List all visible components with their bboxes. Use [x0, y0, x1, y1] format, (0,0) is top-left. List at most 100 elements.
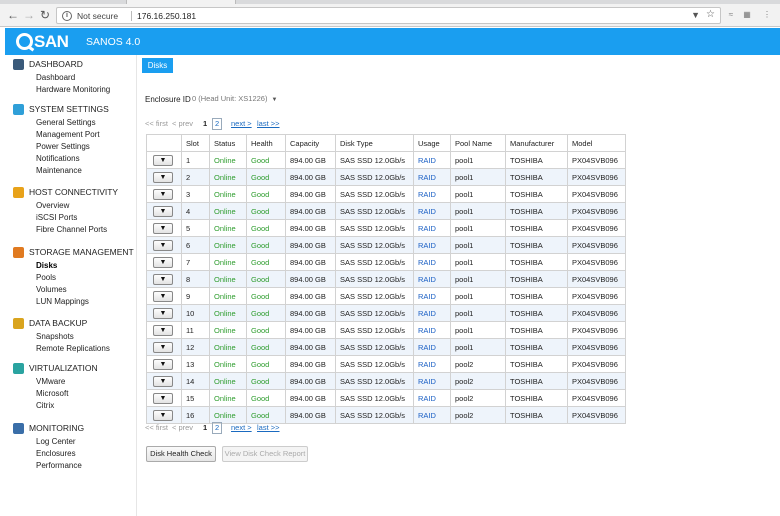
- sidebar-item-hardware-monitoring[interactable]: Hardware Monitoring: [36, 84, 110, 96]
- column-header-model[interactable]: Model: [567, 134, 626, 152]
- sidebar-item-iscsi-ports[interactable]: iSCSI Ports: [36, 212, 107, 224]
- cell-health: Good: [246, 168, 286, 186]
- column-header-health[interactable]: Health: [246, 134, 286, 152]
- sidebar-item-vmware[interactable]: VMware: [36, 376, 68, 388]
- reload-icon[interactable]: ↻: [38, 8, 52, 22]
- cell-usage: RAID: [413, 151, 451, 169]
- row-menu-button[interactable]: ▼: [153, 239, 173, 251]
- row-menu-button[interactable]: ▼: [153, 154, 173, 166]
- cell-manufacturer: TOSHIBA: [505, 389, 568, 407]
- row-menu-button[interactable]: ▼: [153, 324, 173, 336]
- column-header-capacity[interactable]: Capacity: [285, 134, 336, 152]
- rss-extension-icon[interactable]: ≈: [726, 10, 736, 20]
- extension-icon[interactable]: ▦: [742, 10, 752, 20]
- sidebar-item-maintenance[interactable]: Maintenance: [36, 165, 100, 177]
- cell-usage: RAID: [413, 202, 451, 220]
- column-header-disk-type[interactable]: Disk Type: [335, 134, 414, 152]
- pager-page-2[interactable]: 2: [212, 422, 223, 434]
- sidebar-item-fibre-channel-ports[interactable]: Fibre Channel Ports: [36, 224, 107, 236]
- cell-manufacturer: TOSHIBA: [505, 151, 568, 169]
- sidebar-group-items: Log Center Enclosures Performance: [36, 436, 82, 472]
- sidebar-item-management-port[interactable]: Management Port: [36, 129, 100, 141]
- cell-health: Good: [246, 287, 286, 305]
- row-menu-button[interactable]: ▼: [153, 222, 173, 234]
- row-menu-button[interactable]: ▼: [153, 392, 173, 404]
- cell-pool-name: pool1: [450, 236, 506, 254]
- row-menu-button[interactable]: ▼: [153, 358, 173, 370]
- bookmark-star-icon[interactable]: ☆: [706, 9, 715, 20]
- disk-health-check-button[interactable]: Disk Health Check: [146, 446, 216, 462]
- sidebar-item-log-center[interactable]: Log Center: [36, 436, 82, 448]
- cell-status: Online: [209, 236, 247, 254]
- forward-icon[interactable]: →: [22, 8, 36, 22]
- sidebar-item-remote-replications[interactable]: Remote Replications: [36, 343, 110, 355]
- column-header-manufacturer[interactable]: Manufacturer: [505, 134, 568, 152]
- row-menu-button[interactable]: ▼: [153, 171, 173, 183]
- row-menu-button[interactable]: ▼: [153, 205, 173, 217]
- column-header-slot[interactable]: Slot: [181, 134, 210, 152]
- url-text[interactable]: 176.16.250.181: [137, 11, 196, 21]
- cell-health: Good: [246, 270, 286, 288]
- pager-page-2[interactable]: 2: [212, 118, 223, 130]
- row-menu-button[interactable]: ▼: [153, 307, 173, 319]
- address-bar[interactable]: i Not secure 176.16.250.181 ▼ ☆: [56, 7, 721, 24]
- column-header-pool-name[interactable]: Pool Name: [450, 134, 506, 152]
- cell-slot: 4: [181, 202, 210, 220]
- pager-last[interactable]: last >>: [257, 118, 280, 130]
- cell-disk-type: SAS SSD 12.0Gb/s: [335, 406, 414, 424]
- row-action-cell: ▼: [146, 219, 182, 237]
- cell-health: Good: [246, 236, 286, 254]
- sidebar-group-label: STORAGE MANAGEMENT: [29, 247, 134, 257]
- row-menu-button[interactable]: ▼: [153, 375, 173, 387]
- sidebar-item-microsoft[interactable]: Microsoft: [36, 388, 68, 400]
- tab-disks[interactable]: Disks: [142, 58, 173, 73]
- column-header-usage[interactable]: Usage: [413, 134, 451, 152]
- sidebar-item-dashboard[interactable]: Dashboard: [36, 72, 110, 84]
- sidebar-item-volumes[interactable]: Volumes: [36, 284, 89, 296]
- sidebar-item-overview[interactable]: Overview: [36, 200, 107, 212]
- column-header-status[interactable]: Status: [209, 134, 247, 152]
- sidebar-item-notifications[interactable]: Notifications: [36, 153, 100, 165]
- cell-status: Online: [209, 355, 247, 373]
- sidebar-item-snapshots[interactable]: Snapshots: [36, 331, 110, 343]
- sidebar-item-enclosures[interactable]: Enclosures: [36, 448, 82, 460]
- table-row: ▼ 13 Online Good 894.00 GB SAS SSD 12.0Gb/s RA…: [146, 355, 626, 373]
- row-menu-button[interactable]: ▼: [153, 273, 173, 285]
- back-icon[interactable]: ←: [6, 8, 20, 22]
- view-disk-check-report-button[interactable]: View Disk Check Report: [222, 446, 308, 462]
- pager-last[interactable]: last >>: [257, 422, 280, 434]
- row-menu-button[interactable]: ▼: [153, 290, 173, 302]
- cell-pool-name: pool1: [450, 270, 506, 288]
- row-action-cell: ▼: [146, 355, 182, 373]
- brand-logo[interactable]: SAN: [16, 32, 69, 52]
- info-icon[interactable]: i: [62, 11, 72, 21]
- cell-capacity: 894.00 GB: [285, 287, 336, 305]
- row-menu-button[interactable]: ▼: [153, 409, 173, 421]
- sidebar-item-power-settings[interactable]: Power Settings: [36, 141, 100, 153]
- sidebar-item-citrix[interactable]: Citrix: [36, 400, 68, 412]
- cell-health: Good: [246, 304, 286, 322]
- cell-pool-name: pool2: [450, 406, 506, 424]
- row-menu-button[interactable]: ▼: [153, 341, 173, 353]
- table-row: ▼ 3 Online Good 894.00 GB SAS SSD 12.0Gb/s RAI…: [146, 185, 626, 203]
- row-action-cell: ▼: [146, 236, 182, 254]
- sidebar-item-disks[interactable]: Disks: [36, 260, 89, 272]
- cell-capacity: 894.00 GB: [285, 202, 336, 220]
- sidebar-item-general-settings[interactable]: General Settings: [36, 117, 100, 129]
- pager-page-1: 1: [203, 119, 208, 128]
- pager-next[interactable]: next >: [231, 118, 252, 130]
- cell-slot: 14: [181, 372, 210, 390]
- pager-next[interactable]: next >: [231, 422, 252, 434]
- row-menu-button[interactable]: ▼: [153, 256, 173, 268]
- cell-status: Online: [209, 219, 247, 237]
- cell-usage: RAID: [413, 389, 451, 407]
- sidebar-item-pools[interactable]: Pools: [36, 272, 89, 284]
- sidebar-item-performance[interactable]: Performance: [36, 460, 82, 472]
- cell-model: PX04SVB096: [567, 287, 626, 305]
- menu-icon[interactable]: ⋮: [762, 10, 772, 20]
- sidebar-item-lun-mappings[interactable]: LUN Mappings: [36, 296, 89, 308]
- cell-disk-type: SAS SSD 12.0Gb/s: [335, 372, 414, 390]
- row-menu-button[interactable]: ▼: [153, 188, 173, 200]
- filter-icon[interactable]: ▼: [691, 10, 700, 20]
- enclosure-id-select[interactable]: 0 (Head Unit: XS1226) ▼: [192, 92, 277, 105]
